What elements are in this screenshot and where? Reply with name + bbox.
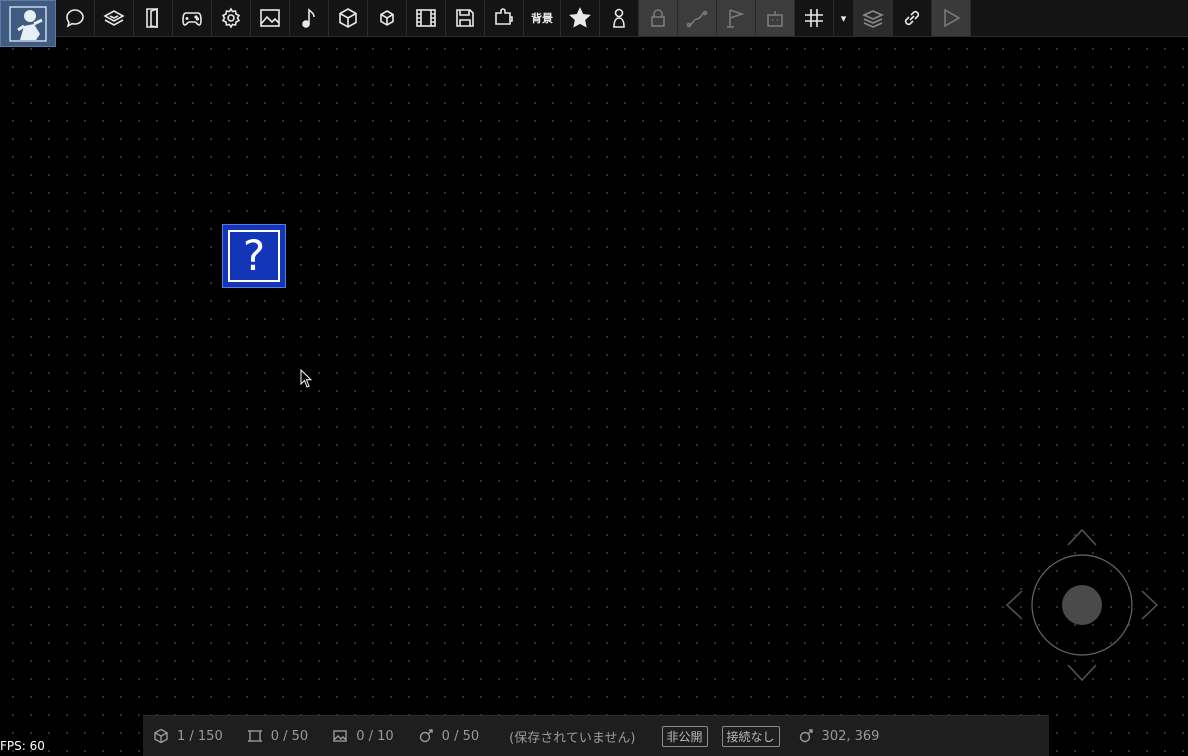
grid-button[interactable] bbox=[795, 0, 834, 36]
play-button[interactable] bbox=[932, 0, 971, 36]
star-icon bbox=[569, 7, 591, 28]
save-status: (保存されていません) bbox=[509, 727, 635, 746]
stage-layers-icon bbox=[103, 10, 125, 26]
small-object-button[interactable] bbox=[368, 0, 407, 36]
motion-count-value: 0 / 50 bbox=[441, 728, 480, 744]
link-icon bbox=[904, 10, 920, 26]
image-count: 0 / 10 bbox=[332, 728, 394, 744]
motion-count: 0 / 50 bbox=[418, 728, 479, 744]
door-button[interactable] bbox=[134, 0, 173, 36]
virtual-joystick[interactable] bbox=[1002, 525, 1162, 685]
link-button[interactable] bbox=[893, 0, 932, 36]
flag-icon bbox=[727, 9, 745, 28]
puzzle-icon bbox=[495, 8, 513, 25]
save-status-text: (保存されていません) bbox=[509, 730, 636, 746]
joystick-down-arrow-icon[interactable] bbox=[1067, 664, 1097, 682]
mouse-cursor-icon bbox=[300, 369, 313, 388]
joystick-right-arrow-icon[interactable] bbox=[1141, 590, 1159, 620]
plugin-button[interactable] bbox=[485, 0, 524, 36]
save-button[interactable] bbox=[446, 0, 485, 36]
fps-counter: FPS: 60 bbox=[0, 739, 45, 753]
motion-icon bbox=[419, 729, 433, 743]
object-count-value: 1 / 150 bbox=[177, 728, 223, 744]
floppy-disk-icon bbox=[456, 9, 474, 27]
cube-icon bbox=[154, 728, 168, 744]
music-button[interactable] bbox=[290, 0, 329, 36]
speech-bubble-icon bbox=[66, 9, 84, 28]
film-icon bbox=[416, 9, 436, 27]
image-button[interactable] bbox=[251, 0, 290, 36]
object-button[interactable] bbox=[329, 0, 368, 36]
cursor-coordinates: 302, 369 bbox=[798, 728, 880, 744]
path-button[interactable] bbox=[678, 0, 717, 36]
question-block-glyph: ? bbox=[228, 230, 280, 282]
image-count-value: 0 / 10 bbox=[356, 728, 394, 744]
frame-count-value: 0 / 50 bbox=[270, 728, 309, 744]
character-logo-icon bbox=[9, 5, 47, 42]
stage-button[interactable] bbox=[95, 0, 134, 36]
dropdown-icon: ▾ bbox=[840, 11, 847, 25]
person-icon bbox=[613, 8, 625, 28]
small-cube-icon bbox=[380, 10, 394, 26]
image-icon bbox=[333, 730, 347, 742]
grid-icon bbox=[805, 9, 823, 27]
door-icon bbox=[146, 7, 158, 28]
joystick-up-arrow-icon[interactable] bbox=[1067, 528, 1097, 546]
robot-icon bbox=[767, 11, 783, 27]
background-button[interactable]: 背景 bbox=[524, 0, 561, 36]
gamepad-button[interactable] bbox=[173, 0, 212, 36]
joystick-left-arrow-icon[interactable] bbox=[1005, 590, 1023, 620]
character-button[interactable] bbox=[600, 0, 639, 36]
app-logo[interactable] bbox=[0, 0, 56, 47]
film-button[interactable] bbox=[407, 0, 446, 36]
music-note-icon bbox=[302, 8, 315, 28]
flag-button[interactable] bbox=[717, 0, 756, 36]
motion-icon bbox=[799, 729, 813, 743]
status-bar: 1 / 150 0 / 50 0 / 10 0 / 50 (保存されていません)… bbox=[143, 715, 1049, 756]
robot-button[interactable] bbox=[756, 0, 795, 36]
settings-button[interactable] bbox=[212, 0, 251, 36]
cube-icon bbox=[339, 8, 357, 28]
play-icon bbox=[944, 8, 961, 28]
lock-button[interactable] bbox=[639, 0, 678, 36]
lock-icon bbox=[651, 9, 665, 27]
frame-icon bbox=[247, 730, 262, 742]
gear-icon bbox=[221, 7, 241, 29]
layers-button[interactable] bbox=[854, 0, 893, 36]
favorite-button[interactable] bbox=[561, 0, 600, 36]
layers-icon bbox=[862, 10, 884, 28]
gamepad-icon bbox=[182, 12, 202, 26]
coordinates-value: 302, 369 bbox=[821, 728, 880, 744]
question-block[interactable]: ? bbox=[222, 224, 286, 288]
joystick-knob[interactable] bbox=[1062, 585, 1102, 625]
grid-dropdown-button[interactable]: ▾ bbox=[834, 0, 854, 36]
speech-button[interactable] bbox=[56, 0, 95, 36]
visibility-badge[interactable]: 非公開 bbox=[661, 725, 708, 747]
image-icon bbox=[260, 9, 280, 27]
toolbar: 背景 ▾ bbox=[0, 0, 1188, 47]
path-icon bbox=[686, 10, 708, 28]
connection-badge[interactable]: 接続なし bbox=[721, 725, 780, 747]
frame-count: 0 / 50 bbox=[247, 728, 308, 744]
object-count: 1 / 150 bbox=[153, 728, 223, 744]
